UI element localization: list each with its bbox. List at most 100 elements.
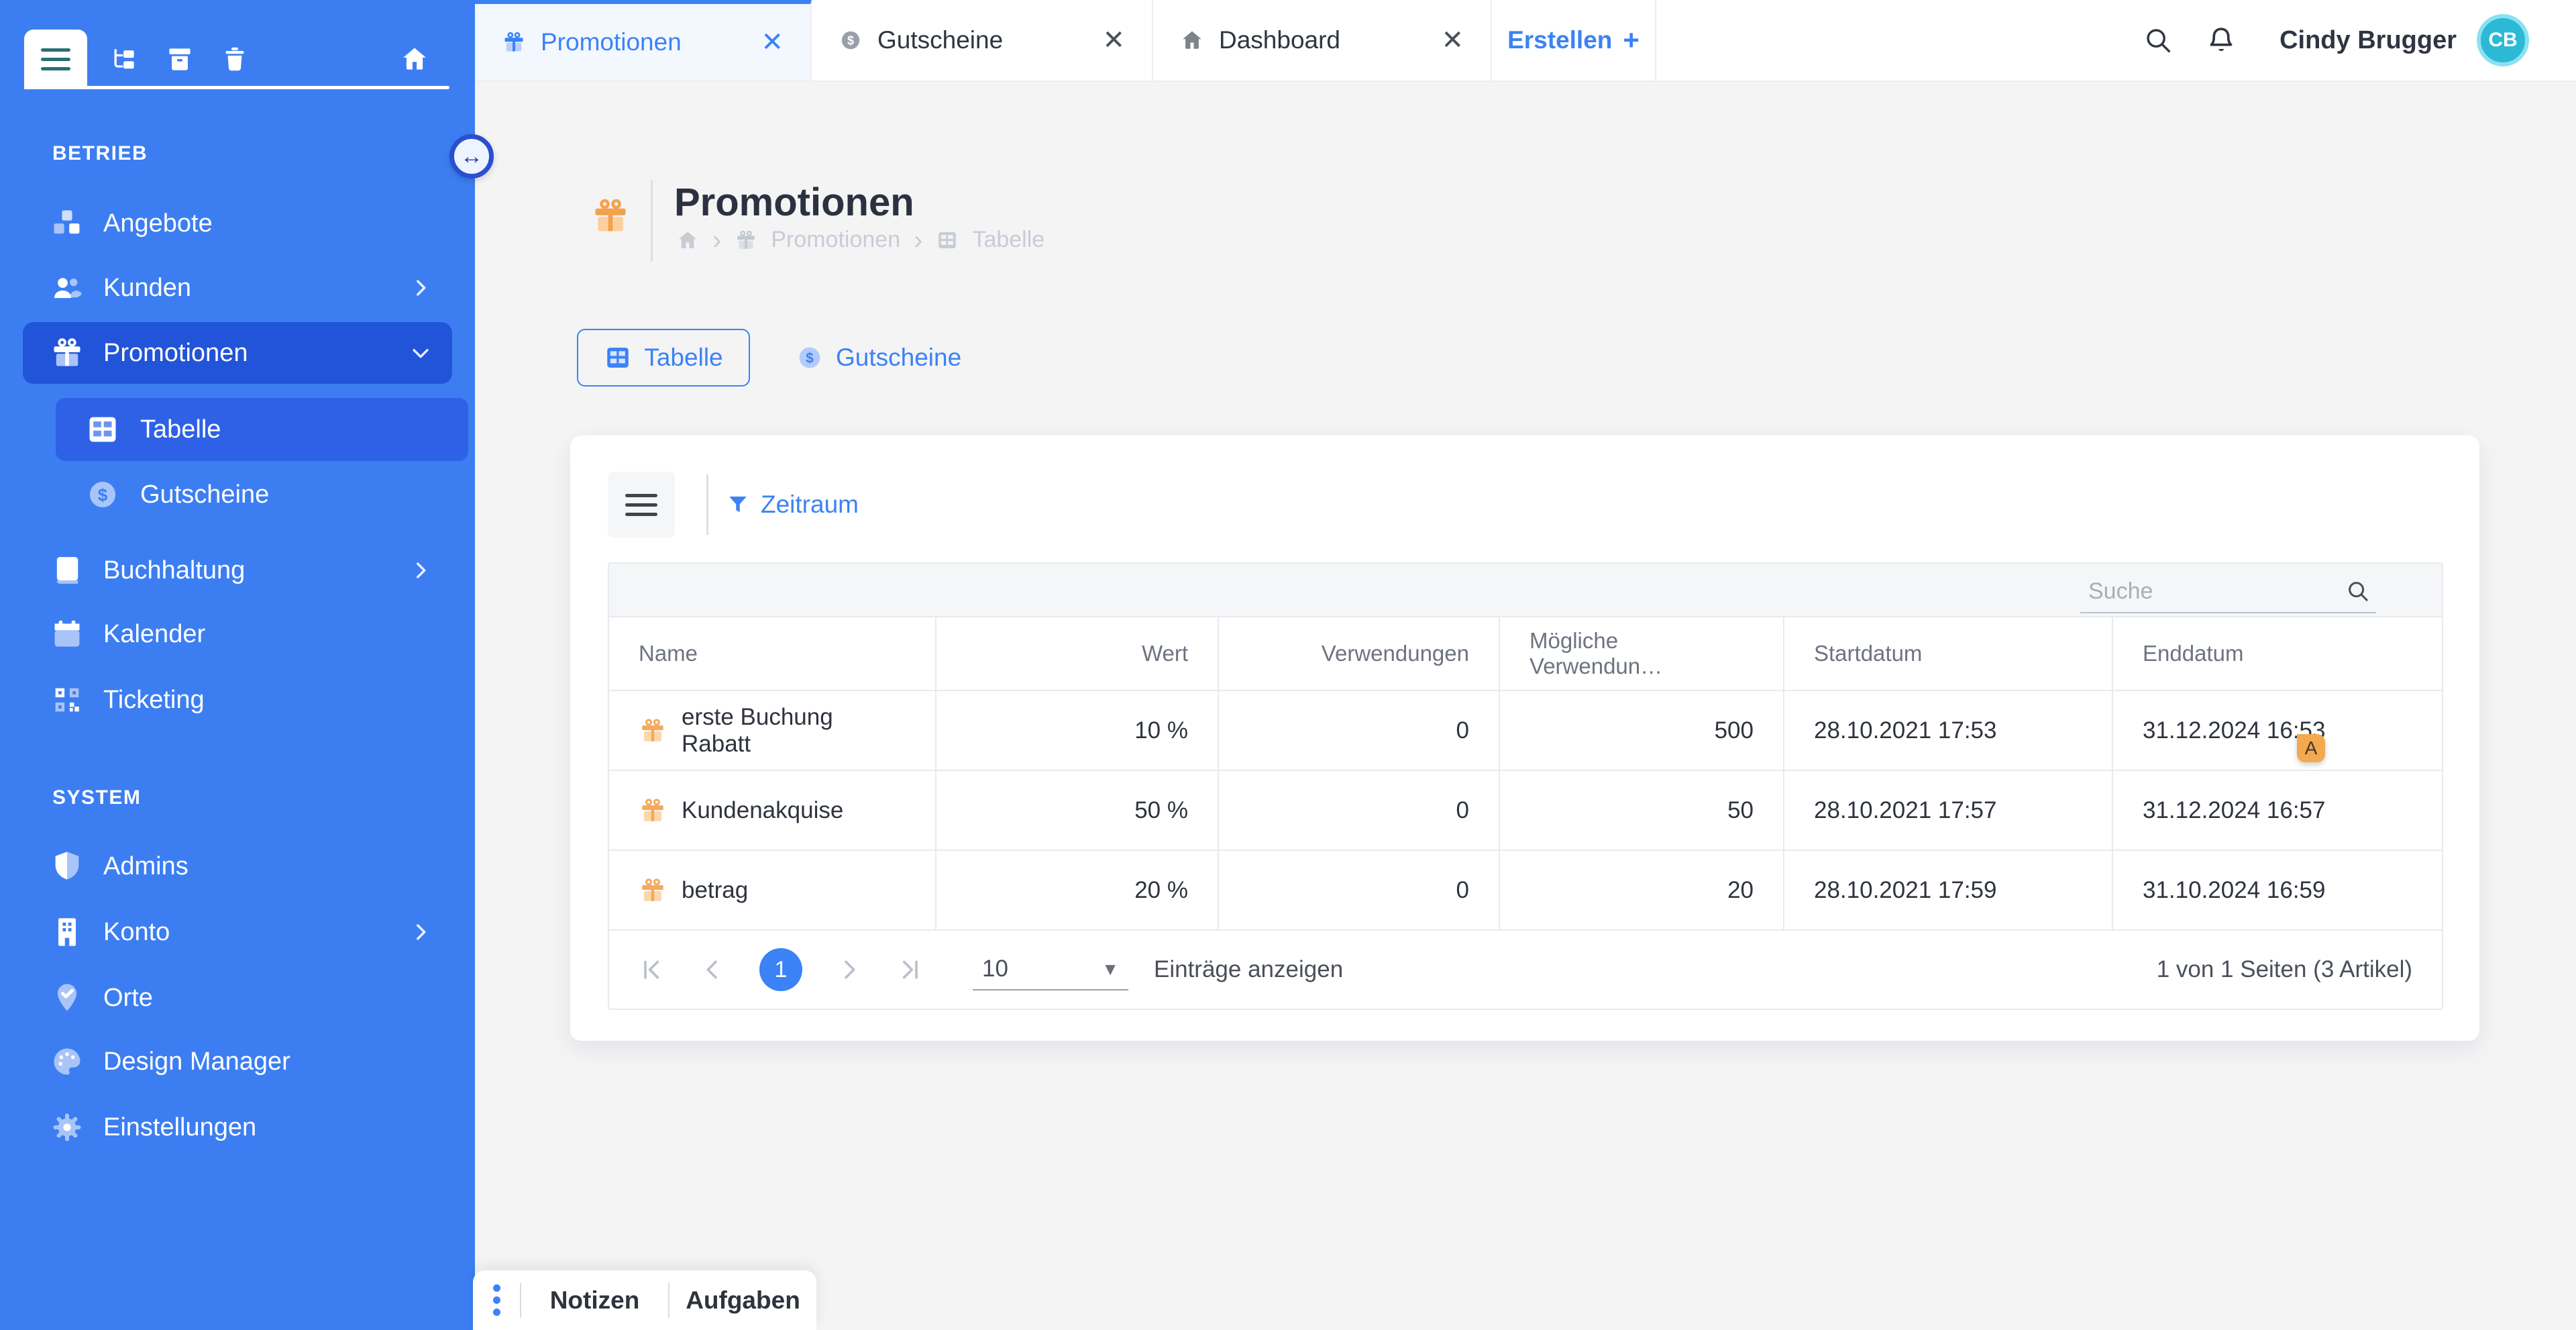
cell-startdatum: 28.10.2021 17:53 — [1784, 691, 2113, 770]
bottom-dock: Notizen Aufgaben — [473, 1270, 816, 1330]
menu-toggle-button[interactable] — [24, 30, 87, 89]
first-page-icon[interactable] — [639, 956, 665, 983]
breadcrumb-separator: › — [914, 229, 922, 252]
voucher-icon: $ — [839, 28, 863, 52]
table-icon — [604, 344, 632, 372]
page-gift-icon — [590, 196, 631, 236]
sidebar-item-konto[interactable]: Konto — [23, 900, 452, 964]
topbar-actions: Cindy Brugger CB — [2110, 0, 2576, 81]
sidebar-item-buchhaltung[interactable]: Buchhaltung — [23, 538, 452, 603]
sidebar-item-angebote[interactable]: Angebote — [23, 191, 452, 256]
view-vouchers-button[interactable]: $ Gutscheine — [782, 329, 975, 387]
sidebar-item-kunden[interactable]: Kunden — [23, 256, 452, 320]
account-icon — [50, 915, 85, 950]
page-size-value: 10 — [982, 956, 1008, 982]
next-page-icon[interactable] — [836, 956, 863, 983]
table-icon — [936, 229, 959, 252]
search-input[interactable] — [2080, 578, 2345, 605]
sidebar-item-label: Angebote — [103, 209, 213, 238]
places-icon — [50, 980, 85, 1015]
archive-icon[interactable] — [165, 44, 195, 74]
cell-wert: 10 % — [936, 691, 1219, 770]
folder-tree-icon[interactable] — [109, 44, 139, 74]
ticketing-icon — [50, 682, 85, 717]
dock-notizen[interactable]: Notizen — [521, 1286, 668, 1315]
close-icon[interactable]: ✕ — [1421, 25, 1464, 56]
last-page-icon[interactable] — [896, 956, 923, 983]
trash-icon[interactable] — [220, 44, 250, 74]
breadcrumb-item[interactable]: Tabelle — [972, 227, 1044, 253]
breadcrumb-separator: › — [712, 229, 721, 252]
sidebar-item-einstellungen[interactable]: Einstellungen — [23, 1095, 452, 1160]
filter-zeitraum-button[interactable]: Zeitraum — [726, 472, 859, 538]
voucher-icon: $ — [796, 344, 824, 372]
sidebar-item-label: Einstellungen — [103, 1113, 256, 1142]
sidebar-header-divider — [24, 86, 449, 89]
settings-icon — [50, 1110, 85, 1145]
column-header-startdatum[interactable]: Startdatum — [1784, 617, 2113, 690]
gift-icon — [639, 797, 667, 825]
search-icon[interactable] — [2345, 578, 2371, 604]
table-menu-button[interactable] — [608, 472, 675, 538]
cell-enddatum: 31.12.2024 16:57 — [2113, 771, 2442, 850]
cell-enddatum: 31.10.2024 16:59 — [2113, 851, 2442, 929]
home-icon[interactable] — [676, 229, 699, 252]
sidebar-item-ticketing[interactable]: Ticketing — [23, 668, 452, 732]
svg-text:$: $ — [98, 485, 108, 505]
cell-wert: 20 % — [936, 851, 1219, 929]
home-icon[interactable] — [400, 44, 429, 74]
column-header-name[interactable]: Name — [609, 617, 936, 690]
search-icon[interactable] — [2143, 25, 2174, 56]
chevron-right-icon — [409, 276, 432, 299]
cell-moegliche: 50 — [1500, 771, 1784, 850]
sidebar-item-orte[interactable]: Orte — [23, 966, 452, 1030]
column-header-enddatum[interactable]: Enddatum — [2113, 617, 2442, 690]
chevron-down-icon: ▼ — [1102, 959, 1119, 980]
page-number-button[interactable]: 1 — [759, 948, 802, 991]
sidebar-item-admins[interactable]: Admins — [23, 834, 452, 899]
table-row[interactable]: Kundenakquise 50 % 0 50 28.10.2021 17:57… — [609, 771, 2442, 851]
sidebar-item-tabelle[interactable]: Tabelle — [56, 398, 468, 461]
collapse-icon: ↔ — [460, 144, 483, 170]
sidebar-item-kalender[interactable]: Kalender — [23, 602, 452, 666]
sidebar-item-design-manager[interactable]: Design Manager — [23, 1029, 452, 1094]
sidebar-item-promotionen[interactable]: Promotionen — [23, 322, 452, 384]
avatar[interactable]: CB — [2477, 14, 2529, 66]
avatar-initials: CB — [2488, 29, 2517, 52]
column-header-wert[interactable]: Wert — [936, 617, 1219, 690]
sidebar-item-gutscheine[interactable]: $ Gutscheine — [56, 462, 468, 527]
svg-text:$: $ — [847, 34, 854, 48]
tab-gutscheine[interactable]: $ Gutscheine ✕ — [812, 0, 1153, 81]
sidebar-item-label: Promotionen — [103, 339, 248, 368]
close-icon[interactable]: ✕ — [741, 27, 784, 58]
column-header-verwendungen[interactable]: Verwendungen — [1219, 617, 1500, 690]
menu-icon — [625, 494, 657, 516]
tab-erstellen[interactable]: Erstellen + — [1492, 0, 1656, 81]
cell-verwendungen: 0 — [1219, 771, 1500, 850]
filter-label: Zeitraum — [761, 491, 859, 519]
prev-page-icon[interactable] — [699, 956, 726, 983]
view-table-label: Tabelle — [644, 344, 722, 372]
sidebar-item-label: Gutscheine — [140, 480, 269, 509]
column-header-moegliche[interactable]: Mögliche Verwendun… — [1500, 617, 1784, 690]
tab-promotionen[interactable]: Promotionen ✕ — [475, 0, 812, 81]
chevron-down-icon — [409, 342, 432, 364]
view-table-button[interactable]: Tabelle — [577, 329, 750, 387]
pagination-summary: 1 von 1 Seiten (3 Artikel) — [2157, 956, 2412, 983]
table-row[interactable]: erste Buchung Rabatt 10 % 0 500 28.10.20… — [609, 691, 2442, 771]
sidebar-collapse-button[interactable]: ↔ — [449, 134, 494, 178]
cursor-badge: A — [2297, 734, 2325, 762]
dock-aufgaben[interactable]: Aufgaben — [669, 1286, 816, 1315]
close-icon[interactable]: ✕ — [1082, 25, 1125, 56]
page-size-select[interactable]: 10 ▼ — [973, 949, 1128, 990]
cell-verwendungen: 0 — [1219, 851, 1500, 929]
breadcrumb: › Promotionen › Tabelle — [676, 227, 1044, 253]
tab-dashboard[interactable]: Dashboard ✕ — [1153, 0, 1492, 81]
chevron-right-icon — [409, 559, 432, 582]
table-row[interactable]: betrag 20 % 0 20 28.10.2021 17:59 31.10.… — [609, 851, 2442, 931]
user-name[interactable]: Cindy Brugger — [2279, 26, 2457, 55]
customers-icon — [50, 270, 85, 305]
breadcrumb-item[interactable]: Promotionen — [771, 227, 900, 253]
dots-icon[interactable] — [473, 1284, 520, 1316]
bell-icon[interactable] — [2206, 25, 2237, 56]
